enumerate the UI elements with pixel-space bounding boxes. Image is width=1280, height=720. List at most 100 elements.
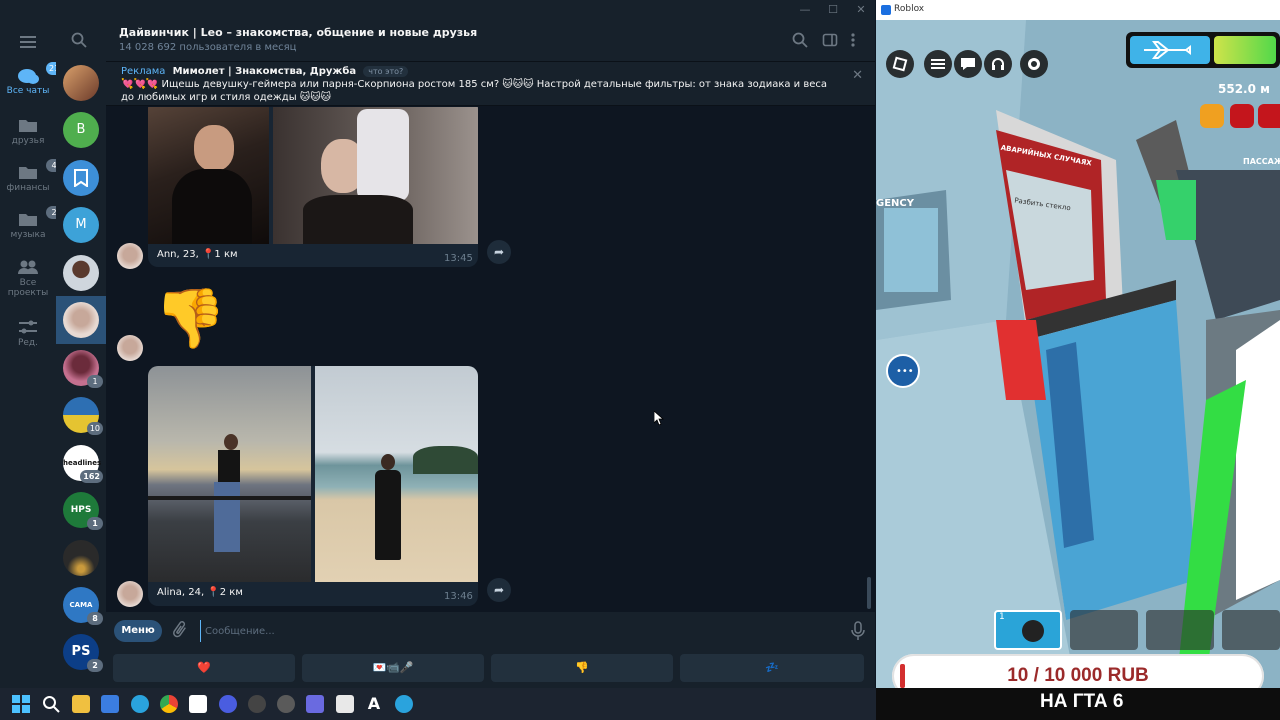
avatar-initial: HPS [70, 505, 92, 515]
folder-edit[interactable]: Ред. [0, 320, 56, 364]
search-icon[interactable] [792, 32, 808, 48]
sender-avatar[interactable] [117, 581, 143, 607]
chat-bubble-button[interactable]: ••• [886, 354, 920, 388]
folder-friends[interactable]: друзья [0, 118, 56, 162]
sad-face-icon [1200, 104, 1224, 128]
scrollbar[interactable] [867, 107, 871, 612]
message-photo[interactable] [273, 107, 478, 244]
store-icon[interactable] [101, 695, 119, 713]
maximize-button[interactable]: ☐ [818, 2, 848, 18]
hotbar-slot-2[interactable] [1070, 610, 1138, 650]
ad-header: Реклама Мимолет | Знакомства, Дружба что… [121, 66, 409, 77]
windows-start-icon[interactable] [12, 695, 30, 713]
unread-badge: 1 [87, 375, 103, 388]
message-input[interactable] [200, 620, 820, 642]
message-bubble[interactable]: Alina, 24, 📍2 км 13:46 [148, 366, 478, 606]
roblox-window-title: Roblox [894, 4, 925, 14]
hamburger-menu-icon[interactable] [924, 50, 952, 78]
chat-avatar[interactable]: M [63, 207, 99, 243]
more-options-icon[interactable] [850, 32, 866, 48]
message-bubble[interactable]: Ann, 23, 📍1 км 13:45 [148, 107, 478, 267]
minimize-button[interactable]: — [790, 2, 820, 18]
search-icon[interactable] [42, 695, 60, 713]
sender-avatar[interactable] [117, 243, 143, 269]
steam-icon[interactable] [248, 695, 266, 713]
chat-avatar[interactable]: PS 2 [63, 634, 103, 672]
message-photo[interactable] [148, 366, 311, 582]
chat-avatar[interactable]: 10 [63, 397, 103, 435]
bot-menu-button[interactable]: Меню [114, 620, 162, 642]
app-icon[interactable]: A [365, 695, 383, 713]
sender-avatar[interactable] [117, 335, 143, 361]
chat-icon[interactable] [954, 50, 982, 78]
scrollbar-thumb[interactable] [867, 577, 871, 609]
unread-badge: 2 [87, 659, 103, 672]
microphone-icon[interactable] [851, 621, 865, 641]
keyboard-button-sleep[interactable]: 💤 [680, 654, 864, 682]
headset-icon[interactable] [984, 50, 1012, 78]
stream-overlay-text: НА ГТА 6 [1040, 691, 1124, 712]
keyboard-button-message[interactable]: 💌📹🎤 [302, 654, 484, 682]
folder-icon [18, 118, 38, 134]
folder-music[interactable]: 2 музыка [0, 206, 62, 256]
chat-avatar[interactable] [63, 302, 99, 338]
hotbar-slot-3[interactable] [1146, 610, 1214, 650]
folder-label: друзья [11, 136, 45, 146]
app-icon[interactable] [277, 695, 295, 713]
folder-all-chats[interactable]: 21 Все чаты [0, 62, 63, 112]
chat-avatar[interactable] [63, 160, 99, 196]
telegram-titlebar: — ☐ ✕ [0, 0, 875, 20]
search-icon[interactable] [71, 32, 87, 52]
chat-bubbles-icon: 21 [18, 62, 63, 84]
chat-avatar[interactable] [63, 540, 99, 576]
chat-avatar[interactable]: 1 [63, 350, 103, 388]
chat-avatar[interactable] [63, 255, 99, 291]
donation-goal-box: 10 / 10 000 RUB [892, 654, 1264, 688]
windows-taskbar: A [0, 688, 876, 720]
settings-gear-icon[interactable] [1020, 50, 1048, 78]
keyboard-button-dislike[interactable]: 👎 [491, 654, 673, 682]
sponsored-message-bar[interactable]: Реклама Мимолет | Знакомства, Дружба что… [106, 62, 875, 106]
roblox-titlebar: Roblox [876, 0, 1280, 20]
ad-channel-name[interactable]: Мимолет | Знакомства, Дружба [173, 66, 356, 77]
hamburger-menu-icon[interactable] [0, 32, 56, 52]
chat-header[interactable]: Дайвинчик | Leo – знакомства, общение и … [106, 20, 875, 62]
chat-avatar[interactable]: headlines 162 [63, 445, 103, 483]
sidebar-toggle-icon[interactable] [822, 32, 838, 48]
emoji-message[interactable]: 👎 [154, 283, 226, 353]
hotbar-slot-1[interactable]: 1 [994, 610, 1062, 650]
folder-all-projects[interactable]: Все проекты [0, 260, 56, 310]
folder-finance[interactable]: 4 финансы [0, 159, 62, 209]
close-icon[interactable]: ✕ [852, 68, 863, 83]
telegram-icon[interactable] [395, 695, 413, 713]
ad-text: 💘💘💘 Ищешь девушку-геймера или парня-Скор… [121, 79, 828, 103]
ad-info-button[interactable]: что это? [363, 66, 409, 77]
chrome-icon[interactable] [160, 695, 178, 713]
vpn-icon[interactable] [219, 695, 237, 713]
close-window-button[interactable]: ✕ [846, 2, 876, 18]
hotbar-slot-4[interactable] [1222, 610, 1280, 650]
message-photo[interactable] [148, 107, 269, 244]
paperclip-icon[interactable] [172, 620, 190, 640]
app-icon[interactable] [306, 695, 324, 713]
telegram-icon[interactable] [131, 695, 149, 713]
forward-icon[interactable]: ➦ [487, 240, 511, 264]
file-explorer-icon[interactable] [72, 695, 90, 713]
wrench-icon [1022, 620, 1044, 642]
chat-avatar[interactable]: B [63, 112, 99, 148]
keyboard-button-like[interactable]: ❤️ [113, 654, 295, 682]
roblox-menu-button[interactable] [886, 50, 914, 78]
chat-avatar[interactable]: CAMA 8 [63, 587, 103, 625]
chat-avatar[interactable] [63, 65, 99, 101]
message-photo[interactable] [315, 366, 478, 582]
roblox-icon[interactable] [336, 695, 354, 713]
avatar-initial: PS [71, 644, 91, 659]
app-icon[interactable] [189, 695, 207, 713]
forward-icon[interactable]: ➦ [487, 578, 511, 602]
message-time: 13:46 [444, 591, 473, 602]
folder-icon: 2 [18, 206, 62, 228]
message-list: Ann, 23, 📍1 км 13:45 ➦ 👎 Alina, 24, 📍2 к… [106, 107, 869, 612]
message-caption: Ann, 23, 📍1 км [157, 249, 238, 260]
game-viewport[interactable]: 552.0 м АВАРИЙНЫХ СЛУЧАЯХ Разбить стекло… [876, 20, 1280, 688]
chat-avatar[interactable]: HPS 1 [63, 492, 103, 530]
